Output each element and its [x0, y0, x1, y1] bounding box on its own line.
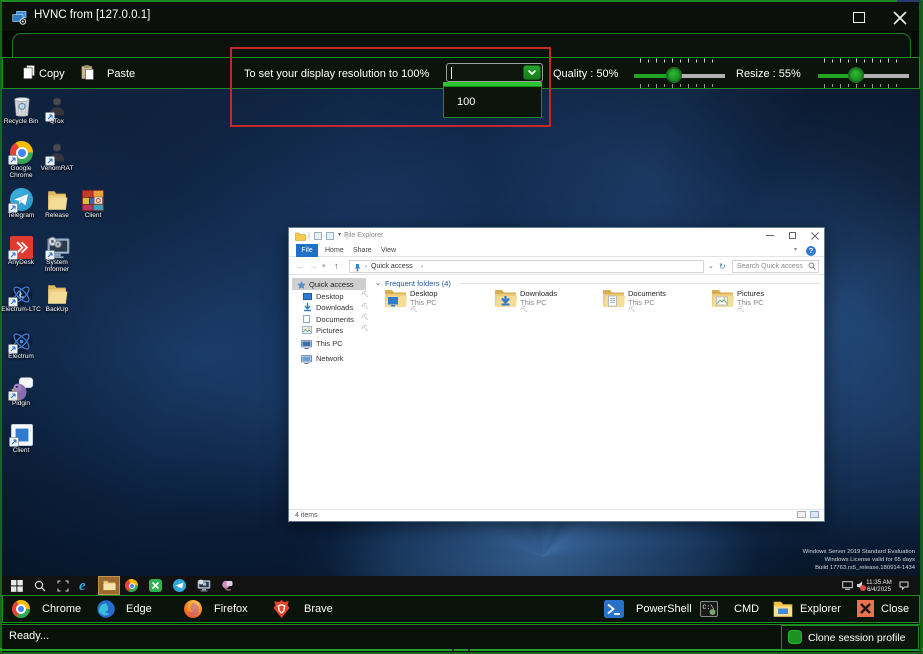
svg-text:Ł: Ł	[19, 291, 24, 300]
